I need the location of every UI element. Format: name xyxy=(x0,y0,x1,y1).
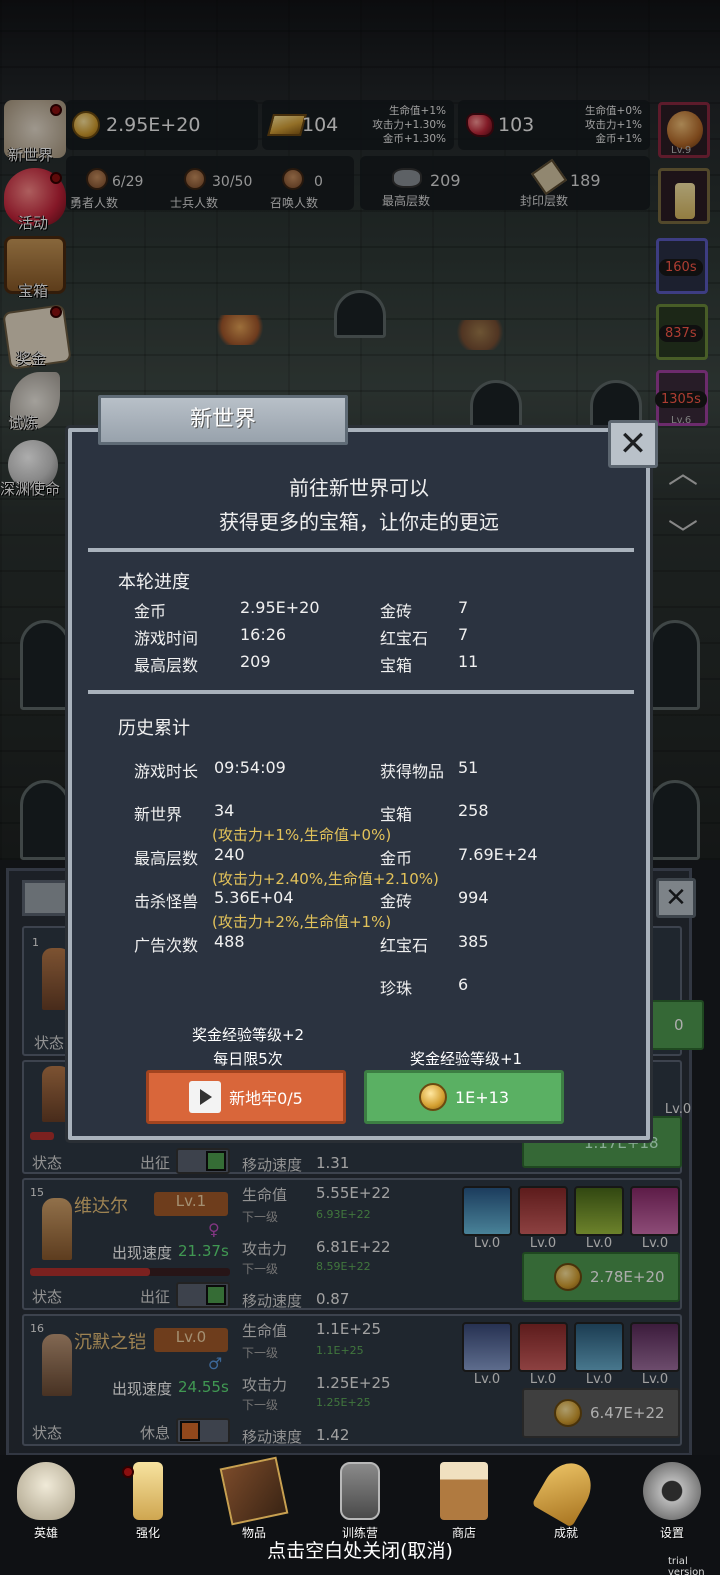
right-reward-note: 奖金经验等级+1 xyxy=(409,1050,523,1068)
key-icon xyxy=(531,1454,601,1528)
stat-bonus: (攻击力+1%,生命值+0%) xyxy=(212,826,392,844)
stat-key: 宝箱 xyxy=(380,805,413,824)
video-ad-icon xyxy=(189,1081,222,1113)
daily-limit-note: 每日限5次 xyxy=(213,1050,283,1068)
left-reward-note: 奖金经验等级+2 xyxy=(191,1026,305,1044)
stat-bonus: (攻击力+2.40%,生命值+2.10%) xyxy=(212,870,439,888)
notification-dot xyxy=(122,1466,134,1478)
stat-key: 金币 xyxy=(380,849,413,868)
intro-line-1: 前往新世界可以 xyxy=(289,476,429,500)
stat-value: 488 xyxy=(214,932,245,951)
new-world-gold-button[interactable]: 1E+13 xyxy=(364,1070,564,1124)
stat-value: 6 xyxy=(458,975,469,994)
stat-key: 获得物品 xyxy=(380,762,445,781)
stat-key: 金币 xyxy=(134,602,167,621)
stat-value: 51 xyxy=(458,758,479,777)
stat-value: 7.69E+24 xyxy=(458,845,538,864)
stat-value: 34 xyxy=(214,801,235,820)
stat-key: 金砖 xyxy=(380,602,413,621)
button-label: 1E+13 xyxy=(454,1087,510,1107)
gold-coin-icon xyxy=(418,1083,447,1111)
book-icon xyxy=(219,1456,289,1526)
dialog-close-button[interactable]: ✕ xyxy=(608,420,658,468)
divider xyxy=(88,548,634,552)
stat-key: 游戏时间 xyxy=(134,629,199,648)
stat-value: 7 xyxy=(458,625,469,644)
new-dungeon-ad-button[interactable]: 新地牢0/5 xyxy=(146,1070,346,1124)
stat-key: 宝箱 xyxy=(380,656,413,675)
stat-key: 击杀怪兽 xyxy=(134,892,199,911)
stat-key: 红宝石 xyxy=(380,629,429,648)
stat-value: 209 xyxy=(240,652,271,671)
divider xyxy=(88,690,634,694)
intro-line-2: 获得更多的宝箱，让你走的更远 xyxy=(219,510,499,534)
trial-watermark: trial version xyxy=(668,1556,705,1575)
stat-value: 994 xyxy=(458,888,489,907)
stat-value: 240 xyxy=(214,845,245,864)
history-heading: 历史累计 xyxy=(118,718,190,739)
stat-value: 7 xyxy=(458,598,469,617)
lantern-icon xyxy=(340,1462,380,1520)
stat-value: 5.36E+04 xyxy=(214,888,294,907)
current-progress-heading: 本轮进度 xyxy=(118,572,190,593)
stat-key: 金砖 xyxy=(380,892,413,911)
gear-icon xyxy=(643,1462,701,1520)
stat-key: 游戏时长 xyxy=(134,762,199,781)
stat-key: 最高层数 xyxy=(134,656,199,675)
skull-icon xyxy=(17,1462,75,1520)
stat-value: 11 xyxy=(458,652,479,671)
stat-value: 385 xyxy=(458,932,489,951)
stat-key: 红宝石 xyxy=(380,936,429,955)
stat-key: 珍珠 xyxy=(380,979,413,998)
dialog-title-tab: 新世界 xyxy=(98,395,348,445)
dialog-title: 新世界 xyxy=(189,407,256,432)
button-label: 新地牢0/5 xyxy=(229,1089,303,1108)
new-world-dialog: 前往新世界可以 获得更多的宝箱，让你走的更远 本轮进度 金币 2.95E+20 … xyxy=(68,428,650,1140)
close-icon: ✕ xyxy=(618,424,648,464)
stat-key: 新世界 xyxy=(134,805,183,824)
candle-icon xyxy=(133,1462,163,1520)
stat-key: 广告次数 xyxy=(134,936,199,955)
stat-value: 09:54:09 xyxy=(214,758,286,777)
stat-value: 16:26 xyxy=(240,625,287,644)
stat-key: 最高层数 xyxy=(134,849,199,868)
stat-value: 258 xyxy=(458,801,489,820)
tap-to-close-hint: 点击空白处关闭(取消) xyxy=(267,1540,453,1562)
stat-bonus: (攻击力+2%,生命值+1%) xyxy=(212,913,392,931)
stat-value: 2.95E+20 xyxy=(240,598,320,617)
beer-mug-icon xyxy=(440,1462,488,1520)
